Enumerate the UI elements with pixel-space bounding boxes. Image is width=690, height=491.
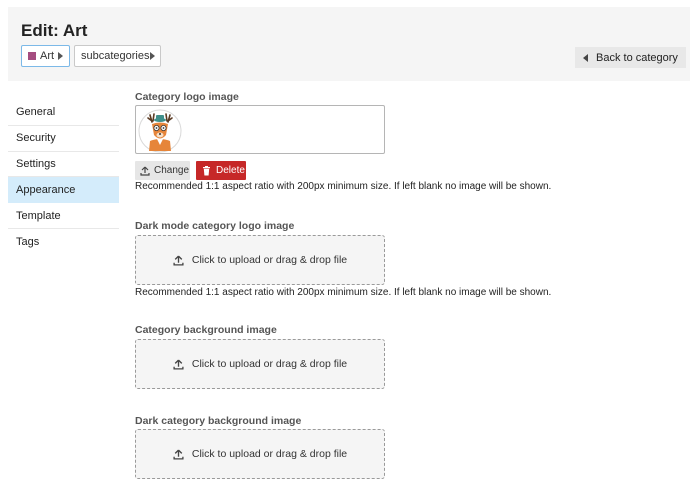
page-header: Edit: Art Art subcategories Back to cate…	[8, 7, 690, 81]
dark-background-image-label: Dark category background image	[135, 415, 302, 427]
delete-logo-label: Delete	[216, 165, 245, 176]
breadcrumb-category-label: Art	[40, 50, 55, 62]
nav-item-label: Security	[16, 132, 56, 145]
upload-icon	[140, 166, 150, 176]
delete-logo-button[interactable]: Delete	[196, 161, 246, 180]
nav-item-settings[interactable]: Settings	[8, 152, 119, 178]
dark-background-upload-text: Click to upload or drag & drop file	[191, 448, 348, 460]
nav-item-general[interactable]: General	[8, 100, 119, 126]
dark-background-upload-dropzone[interactable]: Click to upload or drag & drop file	[135, 429, 385, 479]
breadcrumb-category[interactable]: Art	[21, 45, 70, 67]
nav-item-security[interactable]: Security	[8, 126, 119, 152]
nav-item-appearance[interactable]: Appearance	[8, 177, 119, 204]
nav-item-label: General	[16, 106, 56, 119]
change-logo-label: Change	[154, 165, 190, 176]
logo-image-label: Category logo image	[135, 91, 239, 103]
nav-item-label: Settings	[16, 157, 56, 170]
trash-icon	[203, 165, 210, 175]
background-image-label: Category background image	[135, 324, 277, 336]
back-to-category-label: Back to category	[596, 51, 678, 64]
settings-nav: General Security Settings Appearance Tem…	[8, 100, 119, 255]
background-upload-dropzone[interactable]: Click to upload or drag & drop file	[135, 339, 385, 389]
upload-icon	[173, 255, 184, 266]
upload-icon	[173, 449, 184, 460]
nav-item-label: Template	[16, 209, 61, 222]
logo-image-field[interactable]	[135, 105, 385, 154]
breadcrumb-subcategories-label: subcategories	[81, 50, 150, 62]
caret-right-icon	[149, 52, 155, 60]
caret-right-icon	[58, 52, 63, 60]
nav-item-template[interactable]: Template	[8, 203, 119, 229]
logo-help-text: Recommended 1:1 aspect ratio with 200px …	[135, 181, 552, 192]
change-logo-button[interactable]: Change	[135, 161, 190, 180]
dark-logo-help-text: Recommended 1:1 aspect ratio with 200px …	[135, 287, 552, 298]
background-upload-text: Click to upload or drag & drop file	[191, 358, 348, 370]
page-title: Edit: Art	[21, 21, 88, 40]
breadcrumb-subcategories[interactable]: subcategories	[74, 45, 161, 67]
dark-logo-image-label: Dark mode category logo image	[135, 220, 295, 232]
dark-logo-upload-text: Click to upload or drag & drop file	[191, 254, 348, 266]
back-to-category-button[interactable]: Back to category	[575, 47, 686, 68]
caret-left-icon	[583, 53, 588, 62]
category-color-swatch	[28, 52, 36, 60]
dark-logo-upload-dropzone[interactable]: Click to upload or drag & drop file	[135, 235, 385, 285]
deer-mascot-image	[138, 109, 182, 153]
nav-item-label: Tags	[16, 235, 40, 248]
nav-item-label: Appearance	[16, 183, 76, 196]
nav-item-tags[interactable]: Tags	[8, 229, 119, 255]
upload-icon	[173, 359, 184, 370]
